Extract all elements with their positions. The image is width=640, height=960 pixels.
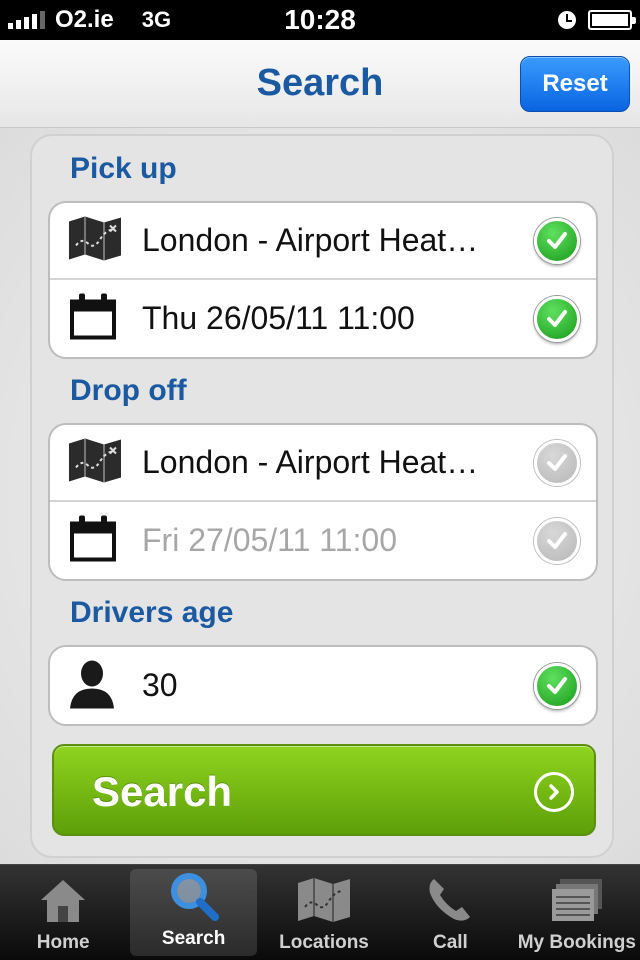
map-icon bbox=[68, 437, 122, 488]
pickup-group: London - Airport Heat… Thu 26/05/11 11:0… bbox=[48, 201, 598, 359]
tab-label: Call bbox=[432, 932, 468, 953]
phone-icon bbox=[422, 874, 478, 926]
pickup-section-label: Pick up bbox=[70, 152, 177, 185]
pickup-datetime-value: Thu 26/05/11 11:00 bbox=[142, 300, 415, 336]
drivers-age-section-label: Drivers age bbox=[70, 596, 234, 629]
tab-locations[interactable]: Locations bbox=[261, 865, 387, 960]
tab-my-bookings[interactable]: My Bookings bbox=[514, 865, 640, 960]
dropoff-location-row[interactable]: London - Airport Heat… bbox=[50, 425, 596, 502]
dropoff-section-label: Drop off bbox=[70, 374, 187, 407]
tab-search[interactable]: Search bbox=[130, 869, 257, 956]
battery-icon bbox=[588, 10, 636, 30]
dropoff-group: London - Airport Heat… Fri 27/05/11 11:0… bbox=[48, 423, 598, 581]
tab-call[interactable]: Call bbox=[387, 865, 513, 960]
drivers-age-group: 30 bbox=[48, 645, 598, 726]
check-icon bbox=[534, 662, 580, 709]
tab-label: Locations bbox=[279, 932, 369, 953]
calendar-icon bbox=[68, 513, 118, 568]
calendar-icon bbox=[68, 291, 118, 346]
magnifier-icon bbox=[166, 870, 222, 922]
tab-label: Search bbox=[161, 928, 226, 949]
navigation-bar: Search Reset bbox=[0, 40, 640, 128]
network-type: 3G bbox=[141, 7, 172, 32]
map-icon bbox=[296, 874, 352, 926]
pickup-location-row[interactable]: London - Airport Heat… bbox=[50, 203, 596, 280]
check-icon bbox=[534, 217, 580, 264]
drivers-age-value: 30 bbox=[142, 667, 178, 703]
dropoff-location-value: London - Airport Heat… bbox=[142, 444, 479, 480]
pickup-location-value: London - Airport Heat… bbox=[142, 222, 479, 258]
reset-button[interactable]: Reset bbox=[520, 56, 630, 112]
check-icon bbox=[534, 517, 580, 564]
home-icon bbox=[35, 874, 91, 926]
dropoff-datetime-row[interactable]: Fri 27/05/11 11:00 bbox=[50, 502, 596, 579]
drivers-age-row[interactable]: 30 bbox=[50, 647, 596, 724]
map-icon bbox=[68, 215, 122, 266]
chevron-right-icon bbox=[534, 772, 574, 812]
tab-label: Home bbox=[36, 932, 90, 953]
dropoff-datetime-value: Fri 27/05/11 11:00 bbox=[142, 522, 397, 558]
status-bar: O2.ie 3G 10:28 bbox=[0, 0, 640, 40]
tab-home[interactable]: Home bbox=[0, 865, 126, 960]
rotation-lock-icon bbox=[558, 11, 576, 29]
bookings-icon bbox=[549, 874, 605, 926]
tab-bar: Home Search Locations Call My Bookings bbox=[0, 864, 640, 960]
search-button-label: Search bbox=[92, 768, 233, 815]
person-icon bbox=[68, 658, 116, 713]
check-icon bbox=[534, 295, 580, 342]
search-button[interactable]: Search bbox=[52, 744, 596, 836]
pickup-datetime-row[interactable]: Thu 26/05/11 11:00 bbox=[50, 280, 596, 357]
signal-strength-icon bbox=[8, 11, 45, 29]
carrier-name: O2.ie bbox=[55, 6, 114, 33]
check-icon bbox=[534, 439, 580, 486]
tab-label: My Bookings bbox=[517, 932, 636, 953]
